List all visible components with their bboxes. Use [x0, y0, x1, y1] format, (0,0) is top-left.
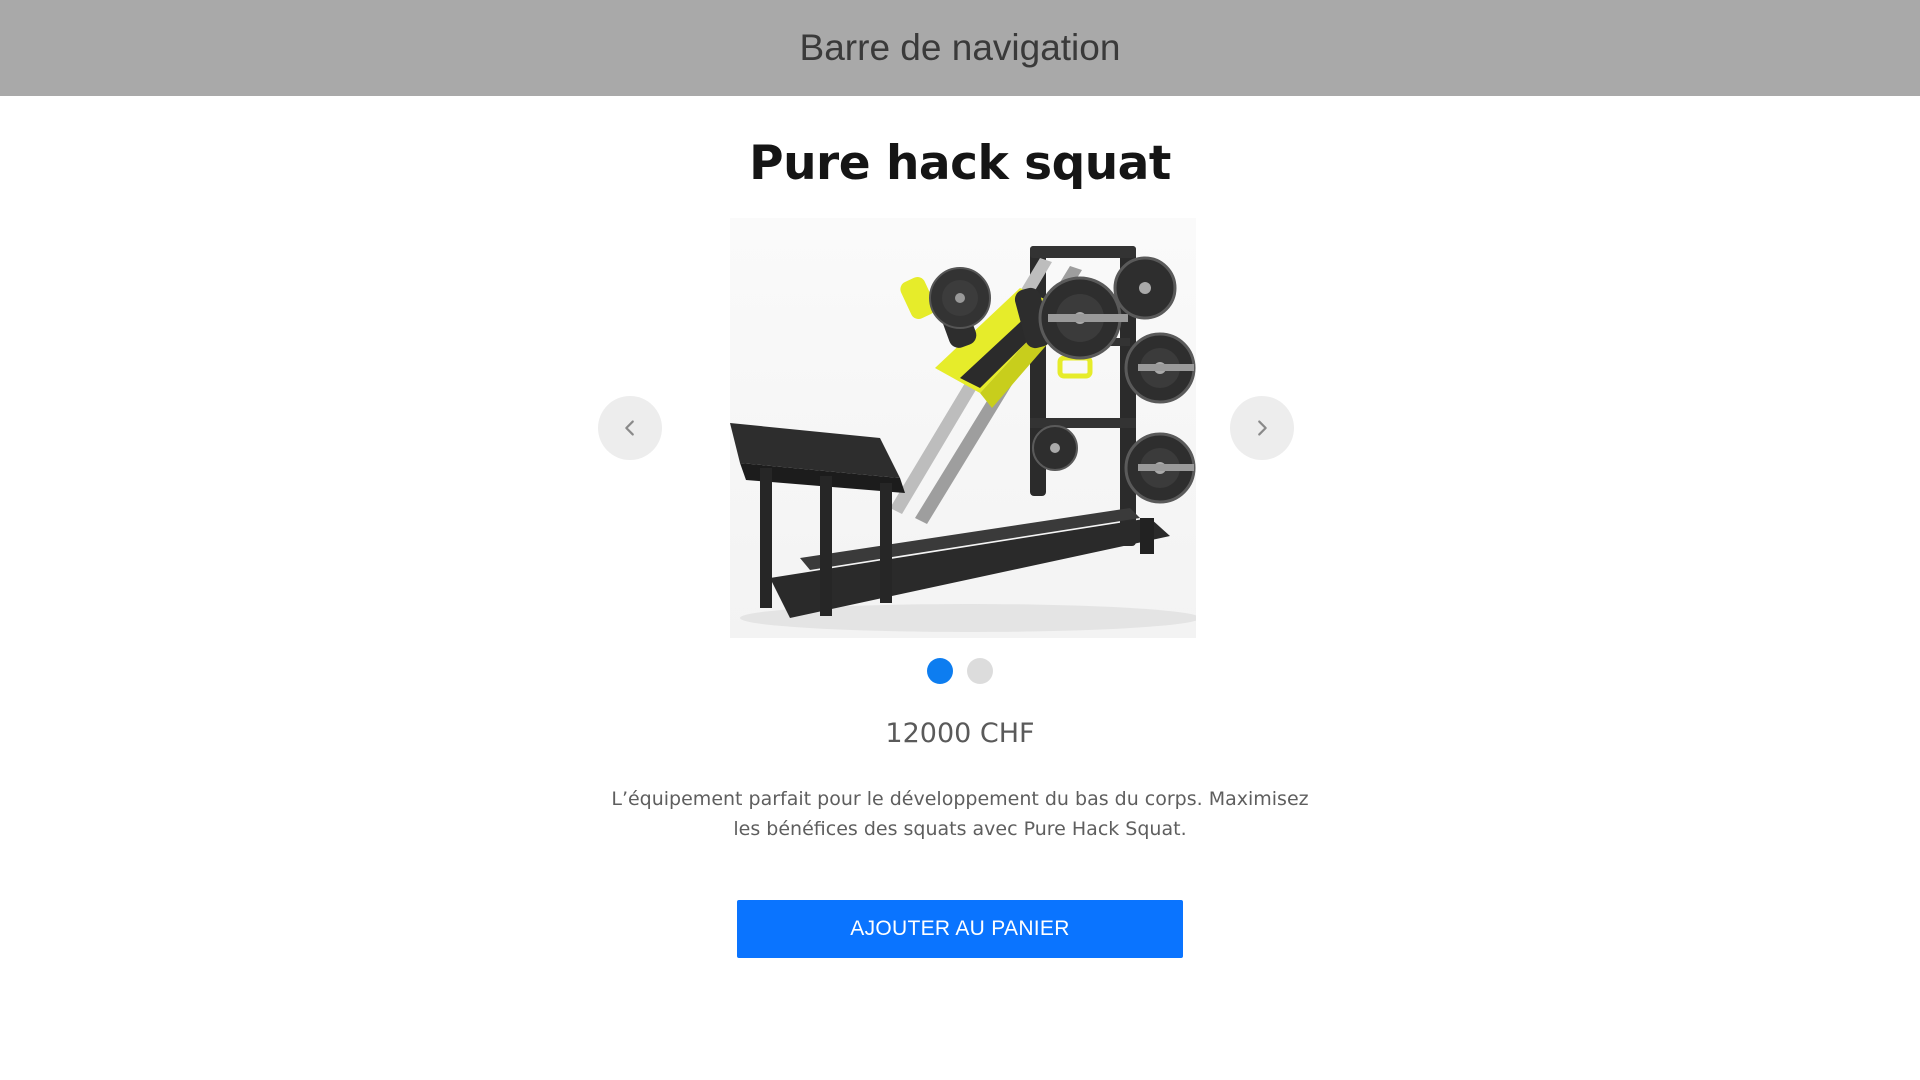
- carousel-dot-1[interactable]: [927, 658, 953, 684]
- carousel-next-button[interactable]: [1230, 396, 1294, 460]
- image-carousel: [598, 218, 1322, 638]
- hack-squat-machine-illustration: [730, 246, 1196, 632]
- carousel-prev-button[interactable]: [598, 396, 662, 460]
- carousel-indicators: [0, 658, 1920, 684]
- product-price: 12000 CHF: [885, 718, 1035, 749]
- chevron-left-icon: [625, 420, 634, 436]
- product-description: L’équipement parfait pour le développeme…: [611, 788, 1309, 840]
- add-to-cart-button[interactable]: AJOUTER AU PANIER: [737, 900, 1183, 958]
- carousel-dot-2[interactable]: [967, 658, 993, 684]
- product-image: [730, 218, 1196, 638]
- navbar: Barre de navigation: [0, 0, 1920, 96]
- chevron-right-icon: [1258, 420, 1267, 436]
- navbar-title: Barre de navigation: [799, 27, 1121, 68]
- product-title: Pure hack squat: [749, 136, 1171, 191]
